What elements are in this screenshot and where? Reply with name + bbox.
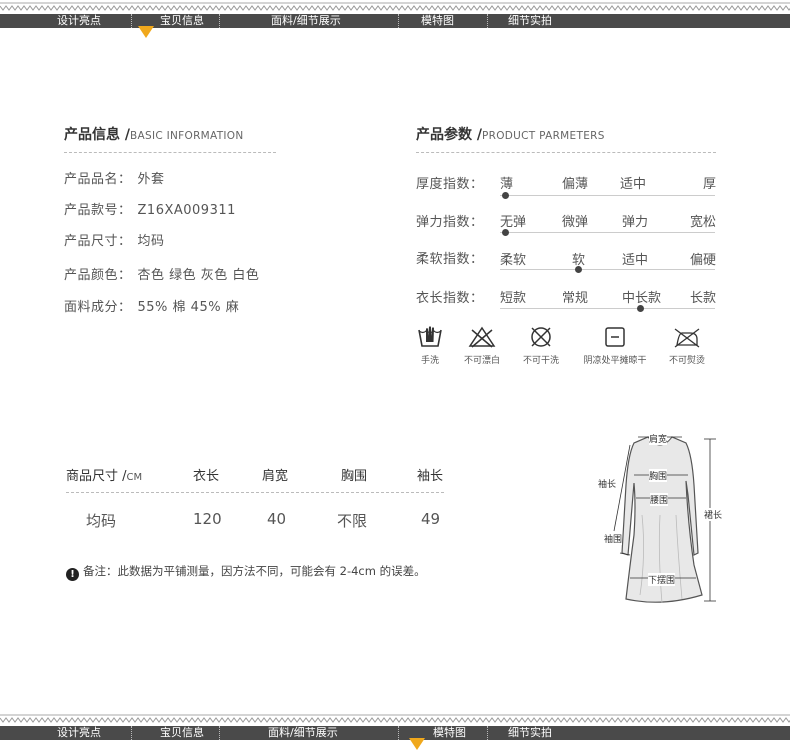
param-level-dot (637, 305, 644, 312)
top-nav-bar: 设计亮点 宝贝信息 面料/细节展示 模特图 细节实拍 (0, 0, 790, 38)
size-table-header-length: 衣长 (193, 469, 220, 484)
param-option: 常规 (562, 291, 589, 306)
care-item-no-bleach: 不可漂白 (458, 325, 506, 366)
nav-separator (131, 14, 132, 28)
care-item-no-iron: 不可熨烫 (663, 325, 711, 366)
size-table-cell: 不限 (337, 512, 368, 530)
product-info-title: 产品信息 /BASIC INFORMATION (64, 127, 244, 143)
param-option: 长款 (690, 291, 717, 306)
care-item-hand-wash: 手洗 (415, 325, 445, 366)
diagram-label-hem: 下摆围 (648, 573, 676, 586)
diagram-label-cuff: 袖围 (604, 532, 623, 545)
active-tab-marker-icon (138, 26, 154, 38)
nav-separator (219, 14, 220, 28)
no-dry-clean-icon (531, 327, 551, 347)
size-table-header-size: 商品尺寸 /CM (66, 469, 143, 484)
param-option: 宽松 (690, 215, 717, 230)
care-label: 阴凉处平摊晾干 (583, 356, 647, 366)
nav-tab-detail-shots[interactable]: 细节实拍 (508, 726, 552, 740)
param-option: 偏薄 (562, 177, 589, 192)
param-label-length: 衣长指数： (416, 291, 484, 306)
divider (64, 152, 276, 153)
bottom-nav-bar: 设计亮点 宝贝信息 面料/细节展示 模特图 细节实拍 (0, 712, 790, 750)
size-table-cell: 均码 (86, 512, 117, 530)
divider (416, 152, 716, 153)
param-label-thickness: 厚度指数： (416, 177, 484, 192)
size-table-divider (66, 492, 444, 493)
size-table-cell: 120 (193, 510, 222, 528)
nav-tab-product-info[interactable]: 宝贝信息 (160, 14, 204, 28)
param-option: 薄 (500, 177, 514, 192)
info-row-fabric: 面料成分： 55% 棉 45% 麻 (64, 300, 240, 315)
nav-tab-design[interactable]: 设计亮点 (57, 14, 101, 28)
diagram-label-waist: 腰围 (650, 493, 669, 506)
diagram-label-sleeve: 袖长 (598, 477, 617, 490)
care-item-no-dry-clean: 不可干洗 (518, 325, 564, 366)
nav-separator (219, 726, 220, 740)
param-option: 微弹 (562, 215, 589, 230)
measurement-note: ! 备注：此数据为平铺测量，因方法不同，可能会有 2-4cm 的误差。 (66, 563, 426, 581)
size-table-header-bust: 胸围 (341, 469, 368, 484)
nav-separator (487, 726, 488, 740)
exclamation-icon: ! (66, 568, 79, 581)
params-title: 产品参数 /PRODUCT PARMETERS (416, 127, 605, 143)
zigzag-border (0, 2, 790, 11)
param-level-dot (575, 266, 582, 273)
care-item-shade-dry: 阴凉处平摊晾干 (576, 325, 654, 366)
diagram-label-length: 裙长 (704, 508, 723, 521)
param-level-dot (502, 192, 509, 199)
nav-separator (398, 14, 399, 28)
nav-separator (131, 726, 132, 740)
param-scale-line (500, 308, 715, 309)
param-option: 弹力 (622, 215, 649, 230)
param-scale-line (500, 269, 715, 270)
size-table-header-shoulder: 肩宽 (262, 469, 289, 484)
zigzag-border (0, 714, 790, 723)
nav-tab-detail-shots[interactable]: 细节实拍 (508, 14, 552, 28)
nav-band (0, 14, 790, 28)
param-label-elasticity: 弹力指数： (416, 215, 484, 230)
param-label-softness: 柔软指数： (416, 252, 484, 267)
nav-tab-model[interactable]: 模特图 (421, 14, 454, 28)
care-label: 不可干洗 (522, 356, 559, 366)
nav-separator (487, 14, 488, 28)
no-bleach-icon (468, 326, 496, 348)
param-scale-line (500, 232, 715, 233)
diagram-label-bust: 胸围 (649, 469, 668, 482)
info-row-size: 产品尺寸： 均码 (64, 234, 165, 249)
care-label: 手洗 (420, 356, 439, 366)
info-row-style-no: 产品款号： Z16XA009311 (64, 203, 236, 218)
nav-tab-design[interactable]: 设计亮点 (57, 726, 101, 740)
param-option: 短款 (500, 291, 527, 306)
size-table-header-sleeve: 袖长 (417, 469, 444, 484)
hand-wash-icon (418, 326, 442, 347)
nav-separator (398, 726, 399, 740)
size-table-cell: 49 (421, 510, 441, 528)
nav-band (0, 726, 790, 740)
param-option: 偏硬 (690, 253, 717, 268)
nav-tab-fabric-detail[interactable]: 面料/细节展示 (268, 726, 338, 740)
param-option: 适中 (620, 177, 647, 192)
care-label: 不可漂白 (463, 356, 500, 366)
nav-tab-fabric-detail[interactable]: 面料/细节展示 (271, 14, 341, 28)
param-level-dot (502, 229, 509, 236)
active-tab-marker-icon (409, 738, 425, 750)
param-option: 无弹 (500, 215, 527, 230)
info-row-name: 产品品名： 外套 (64, 172, 165, 187)
param-option: 适中 (622, 253, 649, 268)
param-option: 厚 (703, 177, 717, 192)
diagram-label-shoulder: 肩宽 (649, 432, 668, 445)
no-iron-icon (674, 328, 700, 348)
param-scale-line (500, 195, 715, 196)
nav-tab-model[interactable]: 模特图 (433, 726, 466, 740)
nav-tab-product-info[interactable]: 宝贝信息 (160, 726, 204, 740)
size-table-cell: 40 (267, 510, 287, 528)
param-option: 中长款 (622, 291, 662, 306)
care-label: 不可熨烫 (668, 356, 705, 366)
shade-dry-icon (605, 327, 625, 347)
param-option: 柔软 (500, 253, 527, 268)
info-row-color: 产品颜色： 杏色 绿色 灰色 白色 (64, 268, 260, 283)
